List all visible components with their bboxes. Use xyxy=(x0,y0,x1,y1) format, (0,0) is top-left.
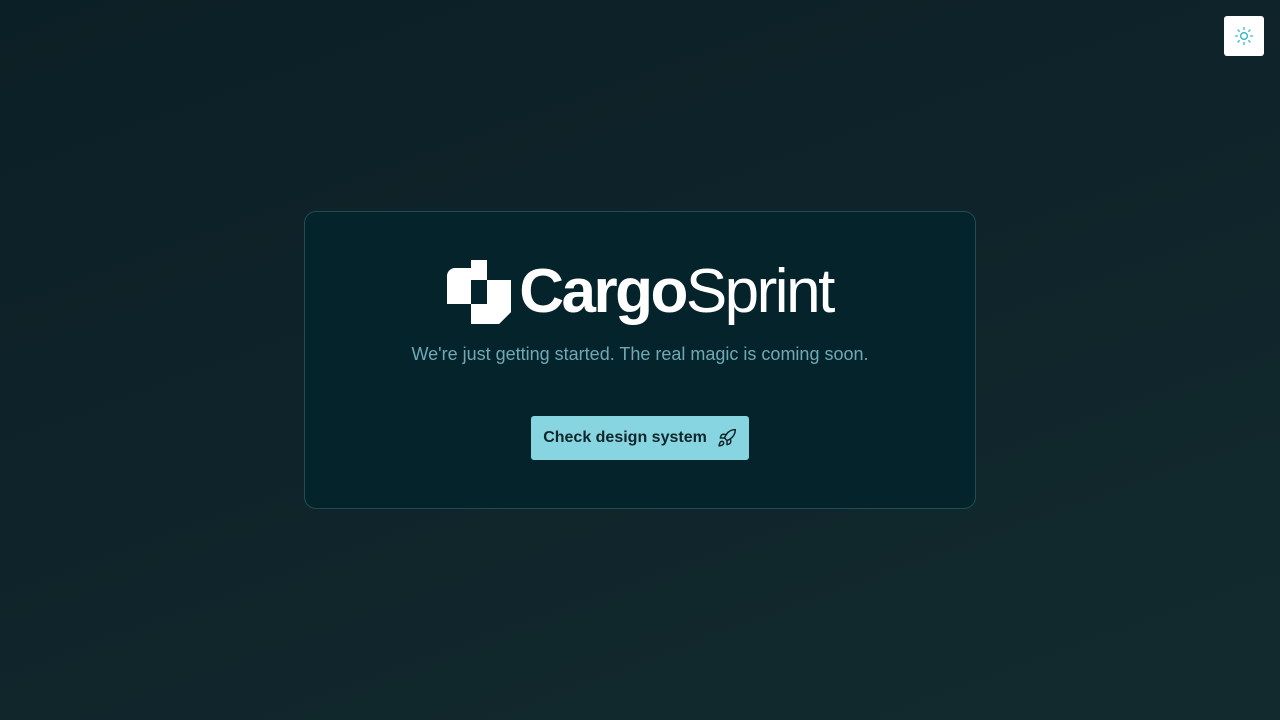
cargosprint-logo-icon xyxy=(447,260,512,324)
check-design-system-button[interactable]: Check design system xyxy=(531,416,749,460)
theme-toggle-button[interactable] xyxy=(1224,16,1264,56)
check-design-system-label: Check design system xyxy=(543,429,707,446)
brand-name-bold: Cargo xyxy=(519,257,688,326)
coming-soon-card: CargoSprint We're just getting started. … xyxy=(304,211,976,509)
brand-logo: CargoSprint xyxy=(447,257,835,326)
tagline: We're just getting started. The real mag… xyxy=(411,344,869,364)
sun-icon xyxy=(1235,27,1253,45)
brand-wordmark: CargoSprint xyxy=(519,257,835,326)
rocket-icon xyxy=(718,428,736,447)
brand-name-light: Sprint xyxy=(685,257,835,326)
